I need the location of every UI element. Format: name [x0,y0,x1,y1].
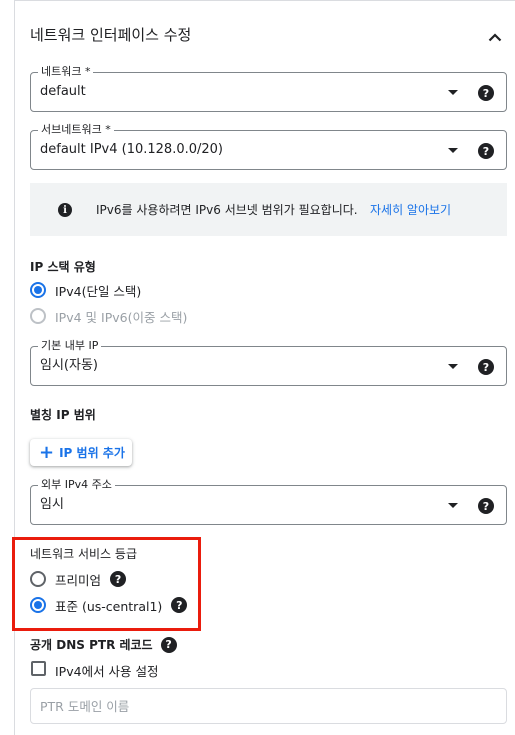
ipv6-notice-text: IPv6를 사용하려면 IPv6 서브넷 범위가 필요합니다. [96,203,358,217]
help-icon[interactable]: ? [171,597,188,613]
ptr-domain-field[interactable] [30,688,507,724]
help-icon[interactable]: ? [478,359,494,375]
radio-button[interactable] [30,571,46,587]
external-ipv4-label: 외부 IPv4 주소 [38,478,115,492]
radio-ipv4-ipv6-dual: IPv4 및 IPv6(이중 스택) [30,306,187,326]
external-ipv4-value: 임시 [40,497,64,512]
primary-internal-ip-label: 기본 내부 IP [38,339,102,353]
dropdown-arrow-icon[interactable] [448,503,458,508]
radio-button[interactable] [30,282,46,298]
learn-more-link[interactable]: 자세히 알아보기 [370,201,451,218]
help-icon[interactable]: ? [160,636,177,653]
section-title: 네트워크 인터페이스 수정 [30,26,192,44]
radio-label: IPv4 및 IPv6(이중 스택) [55,309,188,325]
primary-internal-ip-select[interactable]: 기본 내부 IP 임시(자동) ? [30,339,507,386]
radio-standard[interactable]: 표준 (us-central1) ? [30,595,188,615]
subnetwork-select[interactable]: 서브네트워크 * default IPv4 (10.128.0.0/20) ? [30,123,507,170]
dns-ptr-label: 공개 DNS PTR 레코드 [30,638,153,652]
chevron-up-icon [488,32,502,41]
info-icon: i [58,203,72,217]
ip-stack-label: IP 스택 유형 [30,260,96,274]
network-tier-label: 네트워크 서비스 등급 [30,547,137,561]
network-select[interactable]: 네트워크 * default ? [30,65,507,112]
help-icon[interactable]: ? [478,85,494,101]
collapse-button[interactable] [484,26,506,48]
dropdown-arrow-icon[interactable] [448,148,458,153]
checkbox-label: IPv4에서 사용 설정 [55,664,159,679]
help-icon[interactable]: ? [478,498,494,514]
ptr-domain-input[interactable] [31,689,506,723]
add-ip-range-label: IP 범위 추가 [59,446,125,460]
subnetwork-label: 서브네트워크 * [38,123,114,137]
plus-icon: + [39,441,55,463]
radio-button [30,308,46,324]
radio-label: IPv4(단일 스택) [55,283,142,299]
radio-premium[interactable]: 프리미엄 ? [30,569,127,589]
network-value: default [40,84,86,99]
radio-label: 표준 (us-central1) [55,598,163,614]
external-ipv4-select[interactable]: 외부 IPv4 주소 임시 ? [30,478,507,525]
primary-internal-ip-value: 임시(자동) [40,358,98,373]
help-icon[interactable]: ? [478,143,494,159]
radio-label: 프리미엄 [55,572,102,588]
network-label: 네트워크 * [38,65,94,79]
radio-button[interactable] [30,597,46,613]
radio-ipv4-single[interactable]: IPv4(단일 스택) [30,280,141,300]
dropdown-arrow-icon[interactable] [448,364,458,369]
ipv6-notice: i IPv6를 사용하려면 IPv6 서브넷 범위가 필요합니다. 자세히 알아… [30,183,507,236]
subnetwork-value: default IPv4 (10.128.0.0/20) [40,142,224,157]
alias-ip-label: 별칭 IP 범위 [30,408,96,422]
dropdown-arrow-icon[interactable] [448,90,458,95]
enable-ipv4-ptr-checkbox[interactable] [31,661,46,676]
help-icon[interactable]: ? [110,571,127,587]
dns-ptr-header: 공개 DNS PTR 레코드 ? [30,636,177,653]
add-ip-range-button[interactable]: + IP 범위 추가 [30,439,132,466]
